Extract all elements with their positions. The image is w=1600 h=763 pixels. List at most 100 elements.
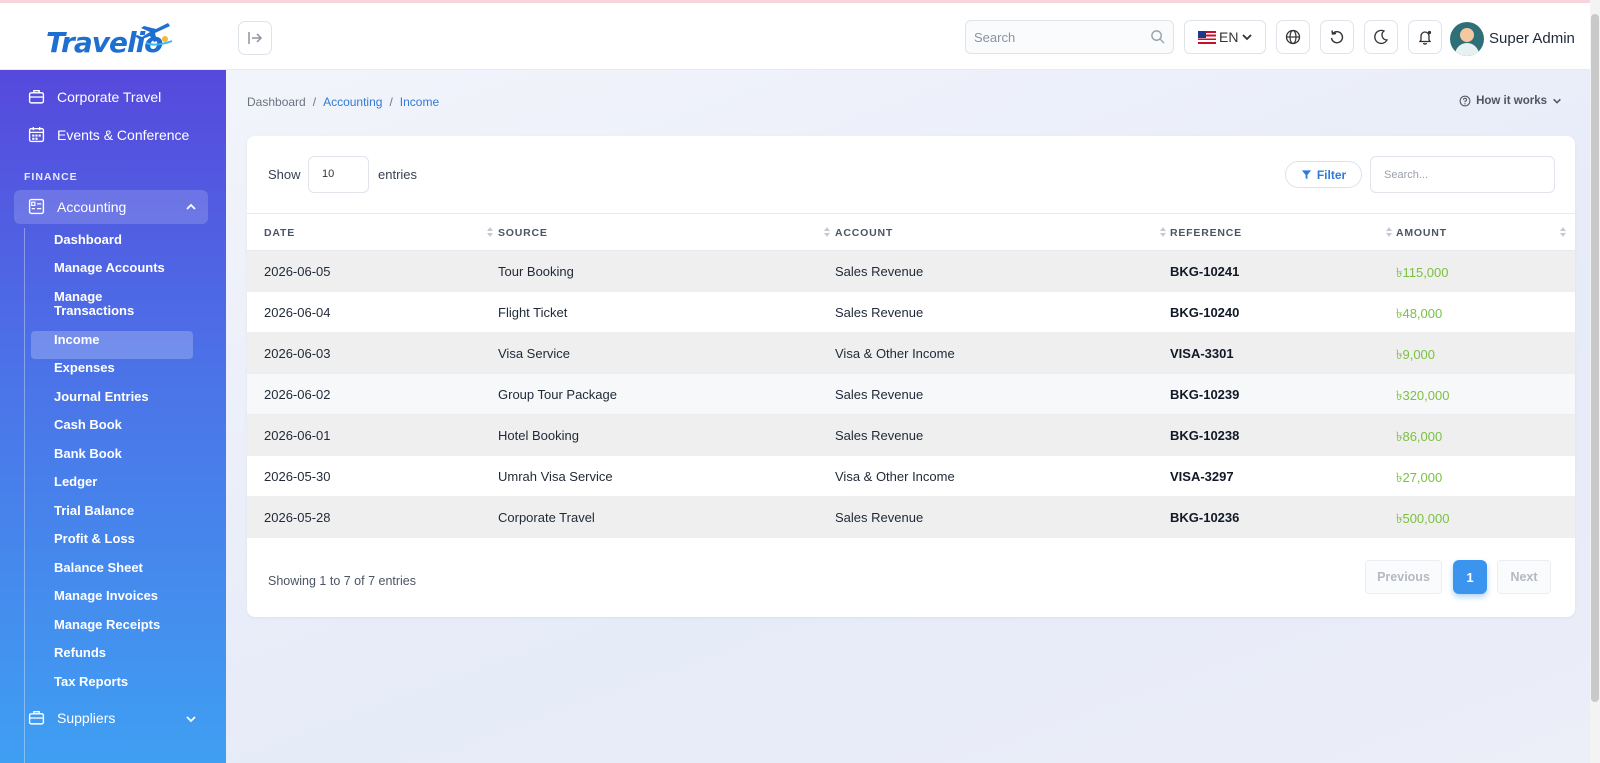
sort-icon[interactable] xyxy=(824,226,830,238)
page-scrollbar[interactable] xyxy=(1590,0,1600,763)
dark-mode-button[interactable] xyxy=(1364,20,1398,54)
breadcrumb: Dashboard / Accounting / Income xyxy=(247,95,439,109)
chevron-down-icon[interactable] xyxy=(185,713,197,725)
sub-item-manage-transactions[interactable]: Manage Transactions xyxy=(54,290,164,318)
sidebar-toggle-button[interactable] xyxy=(238,21,272,55)
chevron-up-icon[interactable] xyxy=(185,201,197,213)
notifications-button[interactable] xyxy=(1408,20,1442,54)
table-row[interactable]: 2026-06-04 Flight Ticket Sales Revenue B… xyxy=(247,292,1575,333)
sub-item-manage-invoices[interactable]: Manage Invoices xyxy=(54,589,158,603)
cell-date: 2026-06-03 xyxy=(264,346,331,361)
sub-item-ledger[interactable]: Ledger xyxy=(54,475,97,489)
cell-reference: VISA-3297 xyxy=(1170,469,1234,484)
cell-amount: ৳115,000 xyxy=(1396,265,1449,280)
table-row[interactable]: 2026-06-03 Visa Service Visa & Other Inc… xyxy=(247,333,1575,374)
how-it-works-button[interactable]: How it works xyxy=(1459,95,1562,107)
sidebar-item-label: Accounting xyxy=(57,198,127,215)
global-search[interactable] xyxy=(965,20,1174,54)
search-icon[interactable] xyxy=(1150,29,1165,44)
column-header-date[interactable]: DATE xyxy=(264,227,295,239)
cell-date: 2026-06-01 xyxy=(264,428,331,443)
language-selector[interactable]: EN xyxy=(1184,20,1266,54)
table-row[interactable]: 2026-05-28 Corporate Travel Sales Revenu… xyxy=(247,497,1575,538)
cell-source: Tour Booking xyxy=(498,264,574,279)
sub-item-balance-sheet[interactable]: Balance Sheet xyxy=(54,561,143,575)
refresh-button[interactable] xyxy=(1320,20,1354,54)
table-row[interactable]: 2026-06-01 Hotel Booking Sales Revenue B… xyxy=(247,415,1575,456)
filter-label: Filter xyxy=(1316,167,1347,182)
table-header: DATE SOURCE ACCOUNT REFERENCE AMOUNT xyxy=(247,213,1575,251)
language-label: EN xyxy=(1219,29,1239,45)
table-row[interactable]: 2026-06-05 Tour Booking Sales Revenue BK… xyxy=(247,251,1575,292)
ledger-icon xyxy=(28,198,45,215)
sort-icon[interactable] xyxy=(1386,226,1392,238)
sidebar-item-corporate-travel[interactable]: Corporate Travel xyxy=(28,88,161,105)
cell-account: Visa & Other Income xyxy=(835,346,955,361)
sidebar-item-accounting[interactable]: Accounting xyxy=(28,198,126,215)
filter-button[interactable]: Filter xyxy=(1285,161,1362,188)
page-1-button[interactable]: 1 xyxy=(1453,560,1487,594)
sub-item-trial-balance[interactable]: Trial Balance xyxy=(54,504,134,518)
cell-amount: ৳320,000 xyxy=(1396,388,1450,403)
sub-item-tax-reports[interactable]: Tax Reports xyxy=(54,675,128,689)
table-row[interactable]: 2026-06-02 Group Tour Package Sales Reve… xyxy=(247,374,1575,415)
column-header-amount[interactable]: AMOUNT xyxy=(1396,227,1447,239)
sidebar-item-events[interactable]: Events & Conference xyxy=(28,126,189,143)
cell-account: Sales Revenue xyxy=(835,428,924,443)
sub-item-dashboard[interactable]: Dashboard xyxy=(54,233,122,247)
sub-item-profit-loss[interactable]: Profit & Loss xyxy=(54,532,135,546)
cell-source: Visa Service xyxy=(498,346,571,361)
sort-icon[interactable] xyxy=(1160,226,1166,238)
sub-item-refunds[interactable]: Refunds xyxy=(54,646,106,660)
sub-item-journal-entries[interactable]: Journal Entries xyxy=(54,390,149,404)
submenu-guide-line xyxy=(24,228,25,763)
table-search[interactable] xyxy=(1370,156,1555,193)
sub-item-manage-accounts[interactable]: Manage Accounts xyxy=(54,261,165,275)
cell-reference: BKG-10240 xyxy=(1170,305,1240,320)
sidebar-item-suppliers[interactable]: Suppliers xyxy=(28,709,115,726)
cell-reference: VISA-3301 xyxy=(1170,346,1234,361)
sub-item-manage-receipts[interactable]: Manage Receipts xyxy=(54,618,160,632)
column-header-reference[interactable]: REFERENCE xyxy=(1170,227,1242,239)
sub-item-income[interactable]: Income xyxy=(54,333,100,347)
previous-page-button[interactable]: Previous xyxy=(1365,560,1442,594)
breadcrumb-dashboard[interactable]: Dashboard xyxy=(247,95,306,109)
breadcrumb-income: Income xyxy=(399,95,440,109)
pagination-info: Showing 1 to 7 of 7 entries xyxy=(268,574,417,588)
cell-source: Corporate Travel xyxy=(498,510,595,525)
cell-source: Hotel Booking xyxy=(498,428,579,443)
breadcrumb-accounting[interactable]: Accounting xyxy=(323,95,382,109)
cell-account: Sales Revenue xyxy=(835,305,924,320)
sub-item-cash-book[interactable]: Cash Book xyxy=(54,418,122,432)
show-label: Show xyxy=(268,167,301,182)
table-search-input[interactable] xyxy=(1371,157,1551,192)
sub-item-expenses[interactable]: Expenses xyxy=(54,361,115,375)
briefcase-icon xyxy=(28,89,45,104)
cell-amount: ৳500,000 xyxy=(1396,511,1450,526)
cell-amount: ৳86,000 xyxy=(1396,429,1443,444)
column-header-account[interactable]: ACCOUNT xyxy=(835,227,893,239)
global-search-input[interactable] xyxy=(966,21,1136,53)
scrollbar-thumb[interactable] xyxy=(1591,14,1599,702)
briefcase-icon xyxy=(28,710,45,725)
avatar[interactable] xyxy=(1450,22,1484,56)
globe-button[interactable] xyxy=(1276,20,1310,54)
cell-source: Group Tour Package xyxy=(498,387,617,402)
logo[interactable]: Travelio xyxy=(46,19,173,59)
plane-icon xyxy=(135,23,173,46)
table-row[interactable]: 2026-05-30 Umrah Visa Service Visa & Oth… xyxy=(247,456,1575,497)
cell-account: Sales Revenue xyxy=(835,387,924,402)
bell-icon xyxy=(1418,30,1432,45)
sub-item-bank-book[interactable]: Bank Book xyxy=(54,447,122,461)
main-content: Dashboard / Accounting / Income How it w… xyxy=(226,70,1600,763)
breadcrumb-separator: / xyxy=(389,95,393,109)
page-size-select[interactable]: 10 xyxy=(308,156,369,193)
next-page-button[interactable]: Next xyxy=(1497,560,1551,594)
sidebar-collapse-icon xyxy=(248,32,263,44)
help-circle-icon xyxy=(1459,95,1471,107)
sort-icon[interactable] xyxy=(1560,226,1566,238)
column-header-source[interactable]: SOURCE xyxy=(498,227,548,239)
sidebar-item-label: Events & Conference xyxy=(57,126,190,143)
sort-icon[interactable] xyxy=(487,226,493,238)
user-name[interactable]: Super Admin xyxy=(1489,30,1575,47)
